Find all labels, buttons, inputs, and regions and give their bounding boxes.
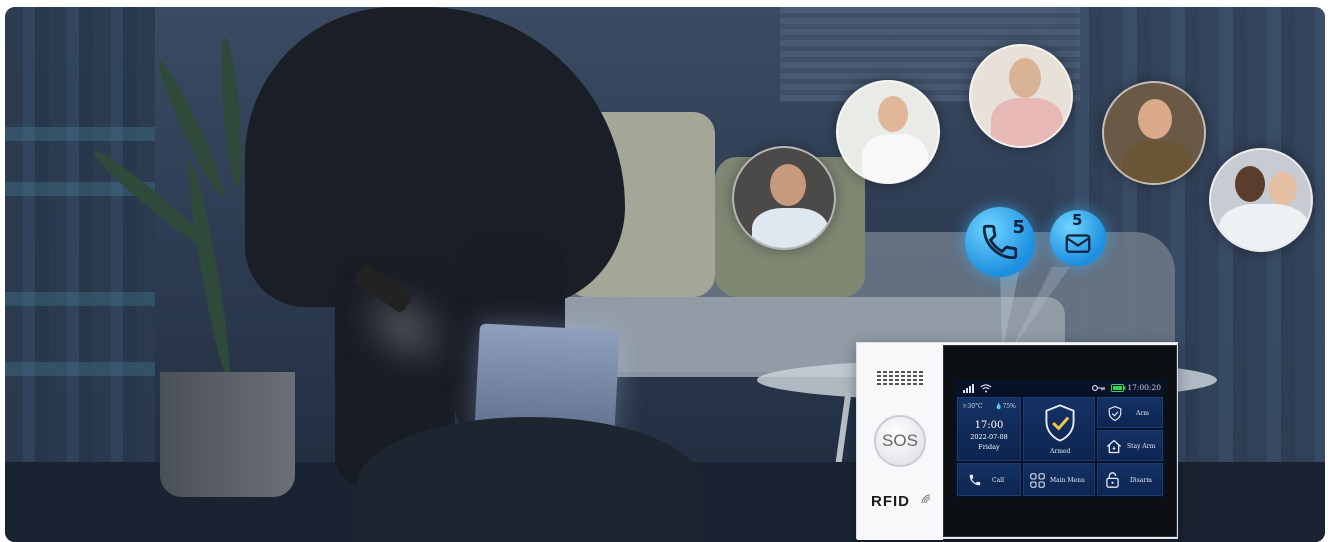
contact-avatar <box>1209 148 1313 252</box>
message-count: 5 <box>1072 211 1083 229</box>
sms-notification: 5 <box>1050 210 1106 266</box>
main-menu-button[interactable]: Main Menu <box>1023 463 1095 496</box>
shield-check-icon <box>1045 404 1075 442</box>
clock-weather-tile: ☼30°C 💧75% 17:00 2022-07-08 Friday <box>957 397 1021 461</box>
touch-screen: 17:00:20 ☼30°C 💧75% 17:00 2022-07-08 Fri… <box>955 380 1165 498</box>
armed-status-tile[interactable]: Armed <box>1023 397 1095 461</box>
phone-call-notification: 5 <box>965 207 1035 277</box>
clock-date: 2022-07-08 <box>970 433 1008 441</box>
rfid-label: RFID <box>871 493 910 510</box>
stay-arm-button[interactable]: Stay Arm <box>1097 430 1163 461</box>
bag <box>357 417 702 542</box>
panel-left-bezel: SOS RFID <box>857 343 943 540</box>
status-bar: 17:00:20 <box>955 380 1165 396</box>
phone-icon <box>969 474 981 486</box>
disarm-label: Disarm <box>1130 477 1152 484</box>
arm-button[interactable]: Arm <box>1097 397 1163 428</box>
grid-menu-icon <box>1030 473 1045 488</box>
rfid-waves-icon <box>921 494 931 504</box>
status-time: 17:00:20 <box>1127 383 1161 392</box>
arm-label: Arm <box>1136 410 1149 417</box>
home-arm-icon <box>1106 439 1122 454</box>
hero-banner: 5 5 SOS RFID 17:00:20 ☼30°C 💧75% 17:00 2… <box>5 7 1325 542</box>
call-label: Call <box>992 477 1005 484</box>
signal-bars-icon <box>963 384 974 393</box>
main-menu-label: Main Menu <box>1050 477 1085 484</box>
humidity-readout: 💧75% <box>995 403 1016 410</box>
clock-time: 17:00 <box>974 420 1004 431</box>
contact-avatar <box>836 80 940 184</box>
sos-button[interactable]: SOS <box>874 415 926 467</box>
key-icon <box>1092 385 1105 391</box>
stay-arm-label: Stay Arm <box>1127 443 1156 450</box>
call-button[interactable]: Call <box>957 463 1021 496</box>
contact-avatar <box>1102 81 1206 185</box>
wifi-icon <box>980 384 992 393</box>
touch-screen-bezel: 17:00:20 ☼30°C 💧75% 17:00 2022-07-08 Fri… <box>943 345 1177 537</box>
clock-day: Friday <box>978 443 1000 451</box>
unlock-icon <box>1106 472 1119 488</box>
call-count: 5 <box>1012 217 1025 238</box>
envelope-icon <box>1065 234 1091 253</box>
contact-avatar <box>732 146 836 250</box>
battery-icon <box>1111 384 1126 392</box>
shield-check-icon <box>1108 406 1122 421</box>
disarm-button[interactable]: Disarm <box>1097 463 1163 496</box>
alarm-control-panel: SOS RFID 17:00:20 ☼30°C 💧75% 17:00 2022-… <box>856 342 1178 540</box>
speaker-grille <box>877 369 923 387</box>
armed-label: Armed <box>1050 448 1071 455</box>
contact-avatar <box>969 44 1073 148</box>
plant-pot <box>160 372 295 497</box>
temperature-readout: ☼30°C <box>962 403 983 410</box>
